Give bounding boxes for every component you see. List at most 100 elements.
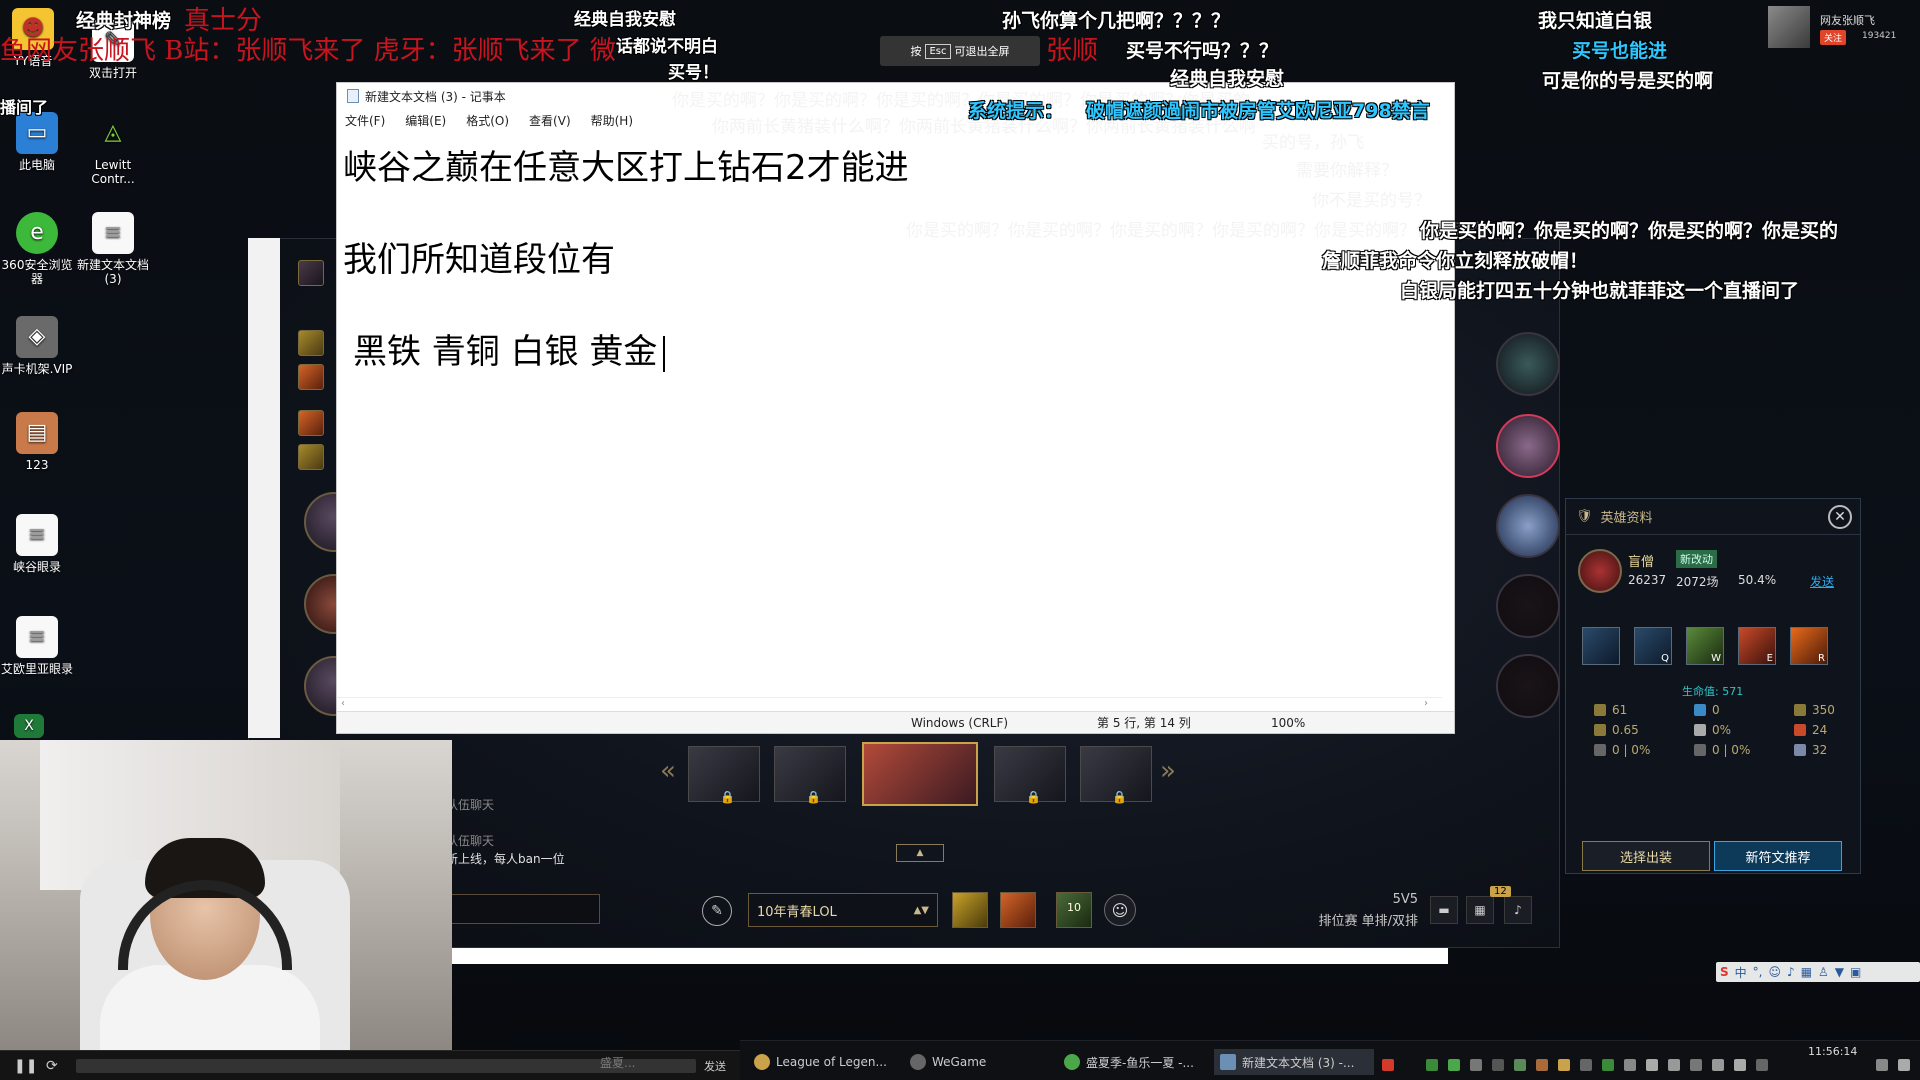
lock-icon: 🔒 [1026, 790, 1041, 804]
spreadsheet-icon: X [14, 714, 44, 738]
status-bar: Windows (CRLF) 第 5 行, 第 14 列 100% [337, 711, 1454, 733]
browser-360-icon[interactable]: e 360安全浏览器 [0, 212, 76, 286]
lewitt-control-icon[interactable]: ◬ Lewitt Contr... [74, 112, 152, 187]
menu-help[interactable]: 帮助(H) [591, 112, 633, 129]
inventory-icon[interactable]: ▦ [1466, 896, 1494, 924]
streamer-badge: 网友张顺飞 关注 193421 [1768, 6, 1918, 50]
speaker-icon[interactable] [1712, 1059, 1724, 1071]
tray-icon[interactable] [1448, 1059, 1460, 1071]
emoji-icon: ☺ [1768, 965, 1782, 979]
taskbar: 盛夏... League of Legen... WeGame 盛夏季-鱼乐一夏… [600, 1040, 1920, 1080]
range-icon [1794, 704, 1806, 716]
expand-toggle[interactable]: ▲ [896, 844, 944, 862]
chat-line: 队伍聊天 [446, 798, 495, 812]
network-icon[interactable] [1690, 1059, 1702, 1071]
chat-bubble-icon[interactable]: ▬ [1430, 896, 1458, 924]
tray-icon[interactable] [1492, 1059, 1504, 1071]
danmaku: 买号不行吗？？？ [1126, 40, 1279, 62]
zoom-level: 100% [1271, 715, 1306, 730]
ally-avatar-icon [298, 260, 324, 286]
danmaku: 我只知道白银 [1538, 10, 1653, 32]
tray-icon[interactable] [1470, 1059, 1482, 1071]
danmaku: 话都说不明白 [616, 37, 718, 57]
pause-icon[interactable]: ❚❚ [14, 1058, 37, 1074]
danmaku: 你是买的啊？你是买的啊？你是买的啊？你是买的啊？你是买的啊？你是买的 [906, 221, 1484, 241]
archive-icon: ▤ [16, 412, 58, 454]
tray-icon[interactable] [1668, 1059, 1680, 1071]
tray-icon[interactable] [1734, 1059, 1746, 1071]
menu-view[interactable]: 查看(V) [529, 112, 571, 129]
this-pc-icon[interactable]: ▭ 此电脑 [0, 112, 76, 172]
menu-file[interactable]: 文件(F) [345, 112, 385, 129]
show-desktop-icon[interactable] [1898, 1059, 1910, 1071]
danmaku: 真士分 [184, 6, 263, 36]
mic-icon[interactable]: ♪ [1504, 896, 1532, 924]
chevron-right-icon[interactable]: › [1424, 698, 1428, 709]
flash-spell-icon[interactable] [952, 892, 988, 928]
volume-icon[interactable] [1646, 1059, 1658, 1071]
taskbar-item-douyu[interactable]: 盛夏季-鱼乐一夏 -... [1058, 1049, 1218, 1075]
emote-icon[interactable]: ☺ [1104, 894, 1136, 926]
chat-input[interactable] [450, 894, 600, 924]
stat-crit: 0 | 0% [1594, 743, 1650, 757]
tray-icon[interactable] [1426, 1059, 1438, 1071]
ignite-spell-icon [298, 410, 324, 436]
lock-icon: 🔒 [720, 790, 735, 804]
tray-icon[interactable] [1580, 1059, 1592, 1071]
chevron-right-icon[interactable]: » [1160, 756, 1176, 786]
notepad-icon [347, 89, 359, 103]
system-clock[interactable]: 11:56:14 [1808, 1045, 1857, 1059]
follow-button[interactable]: 关注 [1820, 30, 1847, 45]
champion-thumb-selected[interactable] [862, 742, 978, 806]
danmaku: 可是你的号是买的啊 [1542, 70, 1714, 92]
ally-picks-column [290, 250, 364, 750]
tray-icon[interactable] [1514, 1059, 1526, 1071]
r-skill-icon[interactable]: R [1790, 627, 1828, 665]
horizontal-scrollbar[interactable]: ‹ › [337, 697, 1442, 711]
tray-icon[interactable] [1602, 1059, 1614, 1071]
ionia-notes-icon[interactable]: ≡ 艾欧里亚眼录 [0, 616, 76, 676]
passive-skill-icon[interactable] [1582, 627, 1620, 665]
chevron-left-icon[interactable]: ‹ [341, 698, 345, 709]
computer-icon: ▭ [16, 112, 58, 154]
close-icon[interactable]: ✕ [1828, 505, 1852, 529]
sogou-tray-icon[interactable] [1382, 1059, 1394, 1071]
rune-recommend-button[interactable]: 新符文推荐 [1714, 841, 1842, 871]
taskbar-item-notepad[interactable]: 新建文本文档 (3) -... [1214, 1049, 1374, 1075]
text-doc-icon[interactable]: ≡ 新建文本文档 (3) [74, 212, 152, 286]
taskbar-item-hidden[interactable]: 盛夏... [594, 1049, 641, 1075]
ime-toolbar[interactable]: S 中 °, ☺ ♪ ▦ ♙ ▼ ▣ [1716, 962, 1920, 982]
w-skill-icon[interactable]: W [1686, 627, 1724, 665]
refresh-icon[interactable]: ⟳ [46, 1058, 58, 1074]
menu-format[interactable]: 格式(O) [466, 112, 509, 129]
edit-icon[interactable]: ✎ [702, 896, 732, 926]
taskbar-item-wegame[interactable]: WeGame [904, 1049, 1024, 1075]
taskbar-item-league[interactable]: League of Legen... [748, 1049, 898, 1075]
select-build-button[interactable]: 选择出装 [1582, 841, 1710, 871]
tray-icon[interactable] [1624, 1059, 1636, 1071]
smite-spell-icon[interactable] [1000, 892, 1036, 928]
notification-icon[interactable] [1876, 1059, 1888, 1071]
stat-mr: 32 [1794, 743, 1827, 757]
text-line: 我们所知道段位有 [343, 240, 615, 280]
tray-icon[interactable] [1756, 1059, 1768, 1071]
e-skill-icon[interactable]: E [1738, 627, 1776, 665]
danmaku: 买的号，孙飞 [1262, 133, 1364, 153]
send-button[interactable]: 发送 [704, 1058, 726, 1074]
excel-icon[interactable]: X [14, 714, 44, 742]
send-link[interactable]: 发送 [1810, 573, 1834, 590]
mr-icon [1794, 744, 1806, 756]
stat-range: 350 [1794, 703, 1835, 717]
ward-skin-icon[interactable]: 10 [1056, 892, 1092, 928]
tray-icon[interactable] [1536, 1059, 1548, 1071]
soundcard-rack-icon[interactable]: ◈ 声卡机架.VIP [0, 316, 76, 376]
tray-icon[interactable] [1558, 1059, 1570, 1071]
chevron-left-icon[interactable]: « [660, 756, 676, 786]
q-skill-icon[interactable]: Q [1634, 627, 1672, 665]
folder-123-icon[interactable]: ▤ 123 [0, 412, 76, 472]
menu-edit[interactable]: 编辑(E) [405, 112, 446, 129]
canyon-notes-icon[interactable]: ≡ 峡谷眼录 [0, 514, 76, 574]
loadout-select[interactable]: 10年青春LOL ▲▼ [748, 893, 938, 927]
chat-line: 队伍聊天 [446, 834, 495, 848]
avatar[interactable] [1768, 6, 1810, 48]
